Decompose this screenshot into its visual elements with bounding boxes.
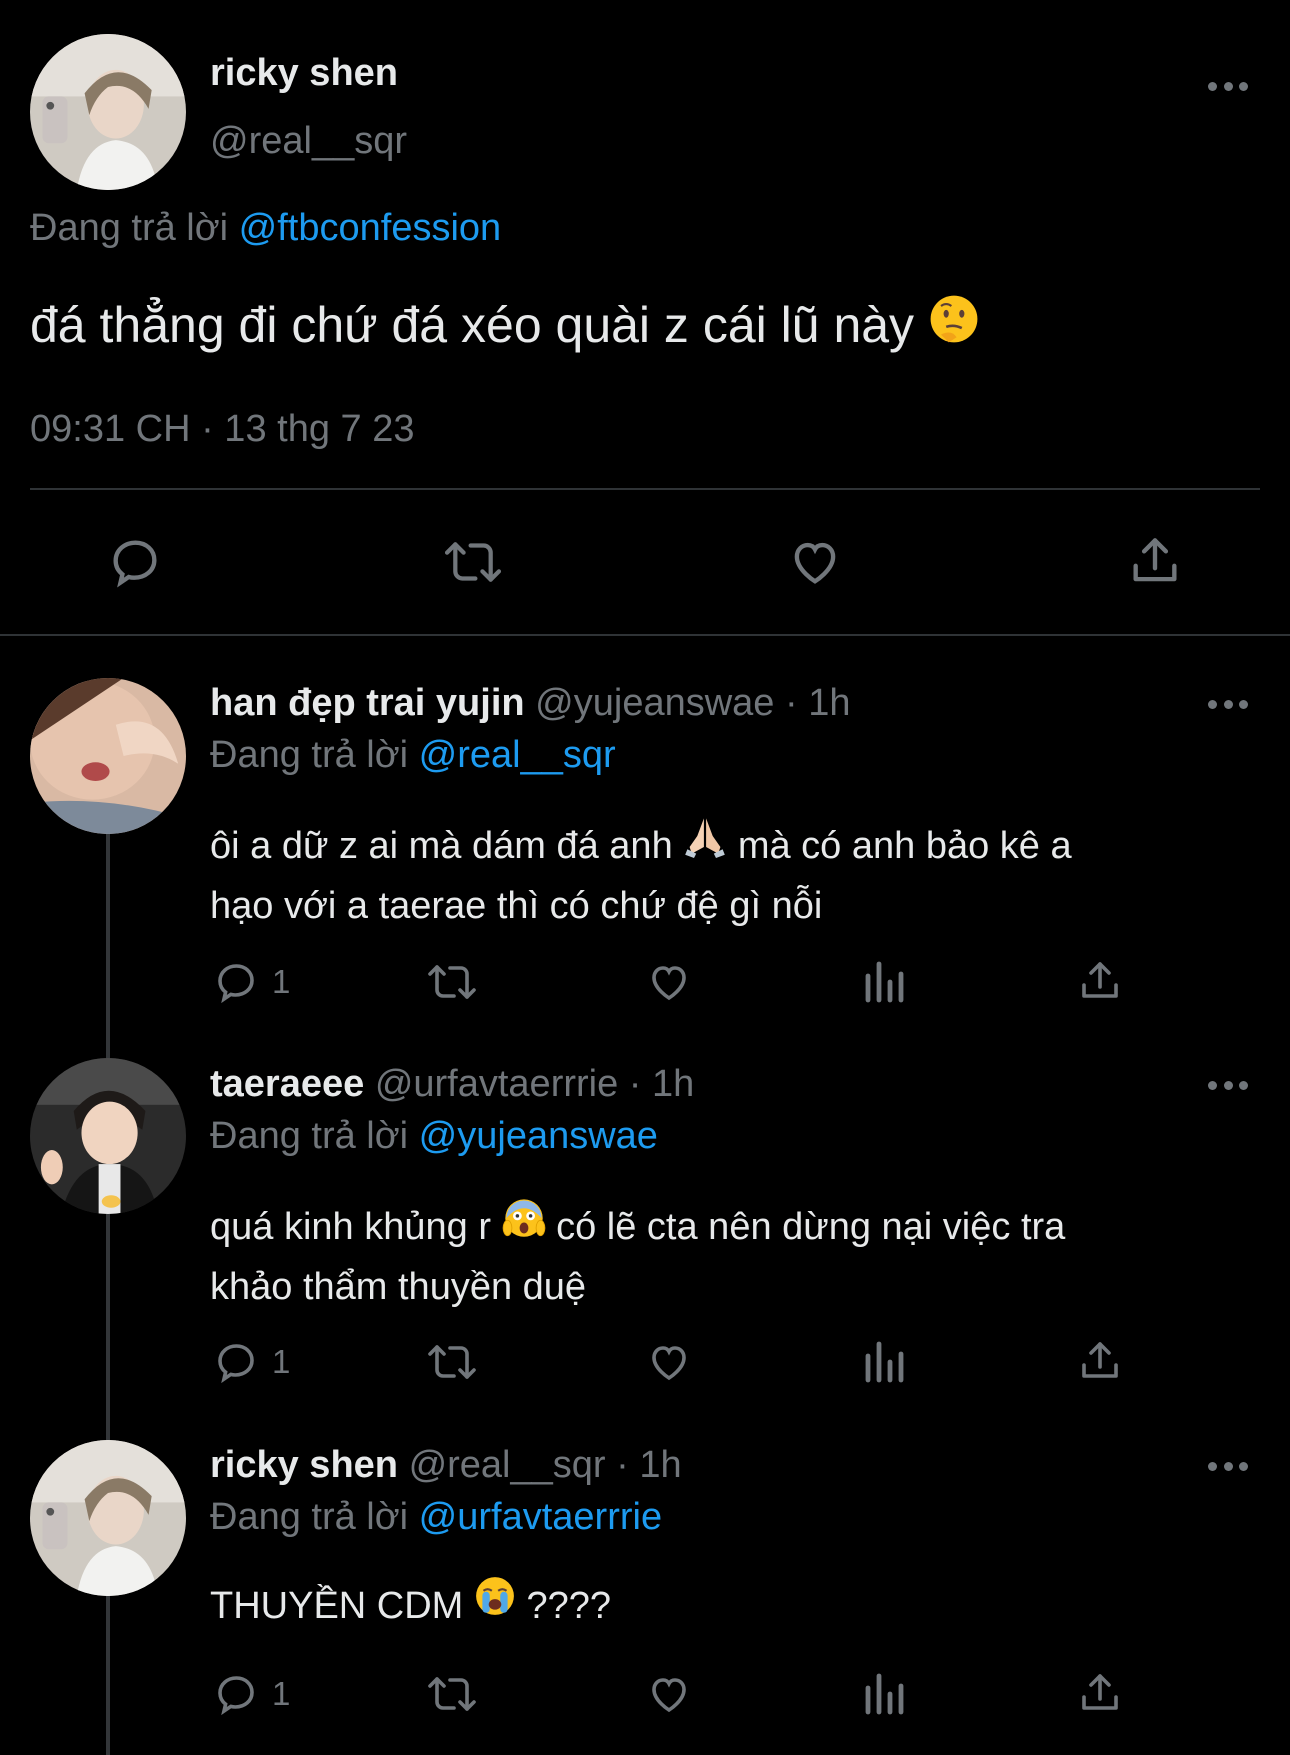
replying-to-link[interactable]: @urfavtaerrrie (419, 1496, 662, 1538)
reply-icon (218, 1676, 254, 1716)
avatar[interactable] (30, 34, 186, 190)
replying-to-link[interactable]: @real__sqr (419, 734, 616, 776)
reply-header: han đẹp trai yujin @yujeanswae · 1h (210, 682, 850, 725)
more-options-button[interactable] (1208, 80, 1248, 92)
reply-icon (218, 964, 254, 1004)
screaming-face-emoji (502, 1195, 546, 1255)
avatar[interactable] (30, 1058, 186, 1214)
reply-text: quá kinh khủng r có lẽ cta nên dừng nại … (210, 1199, 1065, 1315)
heart-icon (652, 1346, 686, 1381)
heart-icon (652, 1678, 686, 1713)
reply-text: ôi a dữ z ai mà dám đá anh mà có anh bảo… (210, 818, 1072, 934)
retweet-button[interactable] (424, 958, 480, 1006)
handle-time[interactable]: @yujeanswae · 1h (535, 682, 850, 724)
handle-time[interactable]: @real__sqr · 1h (409, 1444, 682, 1486)
views-button[interactable] (862, 1338, 906, 1386)
replying-prefix: Đang trả lời (30, 207, 229, 249)
share-icon (1082, 962, 1118, 998)
display-name[interactable]: ricky shen (210, 52, 398, 95)
reply-header: taeraeee @urfavtaerrrie · 1h (210, 1063, 694, 1106)
retweet-icon (428, 1345, 476, 1379)
analytics-icon (865, 961, 904, 1003)
like-button[interactable] (645, 958, 693, 1006)
reply-count: 1 (272, 963, 291, 1000)
tweet-text: đá thẳng đi chứ đá xéo quài z cái lũ này (30, 293, 980, 361)
views-button[interactable] (862, 958, 906, 1006)
analytics-icon (865, 1673, 904, 1715)
views-button[interactable] (862, 1670, 906, 1718)
thread-line (106, 832, 110, 1755)
share-icon (1133, 538, 1177, 582)
share-button[interactable] (1076, 1336, 1124, 1386)
heart-icon (794, 542, 836, 584)
reply-text: THUYỀN CDM ???? (210, 1575, 611, 1637)
display-name[interactable]: han đẹp trai yujin (210, 682, 525, 724)
divider (30, 488, 1260, 490)
reply-button[interactable]: 1 (212, 1670, 290, 1718)
replying-to: Đang trả lời @real__sqr (210, 734, 616, 777)
replying-prefix: Đang trả lời (210, 734, 409, 776)
like-button[interactable] (645, 1338, 693, 1386)
retweet-button[interactable] (440, 533, 506, 591)
heart-icon (652, 966, 686, 1001)
retweet-icon (444, 542, 502, 582)
replying-to-link[interactable]: @ftbconfession (239, 207, 502, 249)
reply-button[interactable] (106, 533, 164, 591)
more-options-button[interactable] (1208, 698, 1248, 710)
reply-button[interactable]: 1 (212, 1338, 290, 1386)
share-button[interactable] (1076, 956, 1124, 1006)
avatar[interactable] (30, 678, 186, 834)
replying-to: Đang trả lời @urfavtaerrrie (210, 1496, 662, 1539)
like-button[interactable] (786, 533, 844, 591)
analytics-icon (865, 1341, 904, 1383)
timestamp[interactable]: 09:31 CH · 13 thg 7 23 (30, 408, 414, 451)
more-options-button[interactable] (1208, 1079, 1248, 1091)
divider (0, 634, 1290, 636)
reply-header: ricky shen @real__sqr · 1h (210, 1444, 682, 1487)
share-icon (1082, 1342, 1118, 1378)
share-button[interactable] (1126, 531, 1184, 591)
retweet-button[interactable] (424, 1338, 480, 1386)
like-button[interactable] (645, 1670, 693, 1718)
replying-prefix: Đang trả lời (210, 1496, 409, 1538)
retweet-button[interactable] (424, 1670, 480, 1718)
handle-time[interactable]: @urfavtaerrrie · 1h (375, 1063, 694, 1105)
reply-count: 1 (272, 1675, 291, 1712)
reply-button[interactable]: 1 (212, 958, 290, 1006)
handle[interactable]: @real__sqr (210, 120, 407, 163)
share-icon (1082, 1674, 1118, 1710)
share-button[interactable] (1076, 1668, 1124, 1718)
display-name[interactable]: ricky shen (210, 1444, 398, 1486)
crying-face-emoji (474, 1575, 516, 1633)
avatar[interactable] (30, 1440, 186, 1596)
retweet-icon (428, 1677, 476, 1711)
display-name[interactable]: taeraeee (210, 1063, 364, 1105)
folded-hands-emoji (683, 814, 727, 874)
replying-to: Đang trả lời @yujeanswae (210, 1115, 658, 1158)
thinking-face-emoji (928, 293, 980, 357)
replying-to-link[interactable]: @yujeanswae (419, 1115, 658, 1157)
more-options-button[interactable] (1208, 1460, 1248, 1472)
reply-icon (113, 540, 157, 588)
reply-icon (218, 1344, 254, 1384)
reply-count: 1 (272, 1343, 291, 1380)
replying-to: Đang trả lời @ftbconfession (30, 207, 501, 250)
retweet-icon (428, 965, 476, 999)
replying-prefix: Đang trả lời (210, 1115, 409, 1157)
